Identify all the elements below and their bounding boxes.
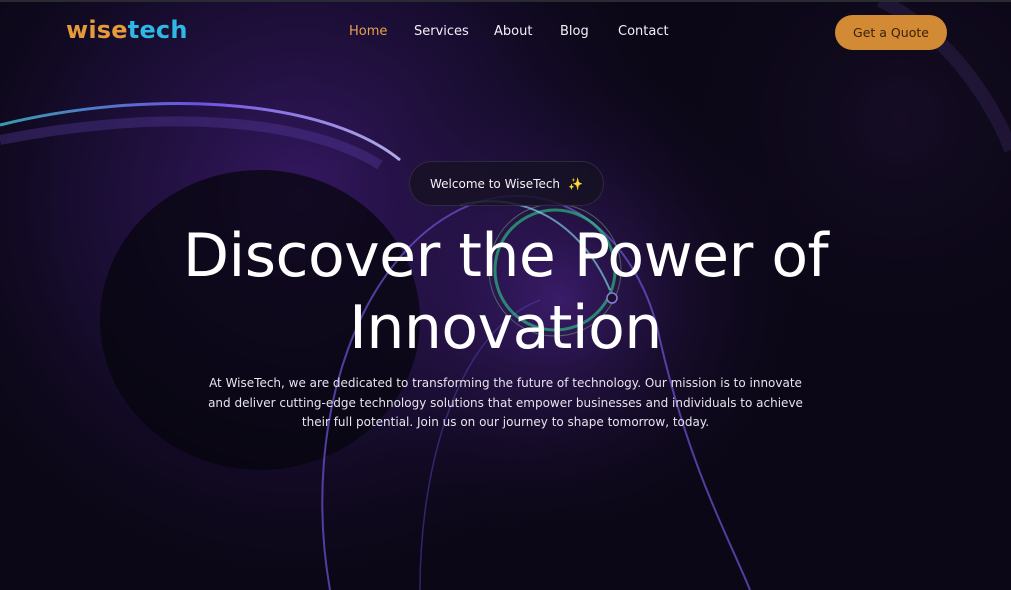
nav-contact[interactable]: Contact (618, 24, 669, 39)
nav-about[interactable]: About (494, 24, 532, 39)
nav-blog[interactable]: Blog (560, 24, 589, 39)
site-header: wisetech Home Services About Blog Contac… (0, 0, 1011, 66)
get-a-quote-button[interactable]: Get a Quote (835, 15, 947, 50)
hero-description: At WiseTech, we are dedicated to transfo… (208, 376, 803, 429)
brand-logo-part1: wise (66, 16, 128, 44)
welcome-badge: Welcome to WiseTech ✨ (409, 161, 604, 206)
brand-logo-part2: tech (127, 16, 188, 44)
hero-headline: Discover the Power of Innovation (0, 220, 1011, 364)
hero-headline-line2: Innovation (349, 293, 662, 363)
hero-headline-line1: Discover the Power of (182, 221, 829, 291)
sparkle-icon: ✨ (568, 176, 583, 191)
welcome-badge-label: Welcome to WiseTech (430, 176, 561, 191)
brand-logo[interactable]: wisetech (66, 16, 188, 44)
nav-home[interactable]: Home (349, 24, 387, 39)
nav-services[interactable]: Services (414, 24, 469, 39)
